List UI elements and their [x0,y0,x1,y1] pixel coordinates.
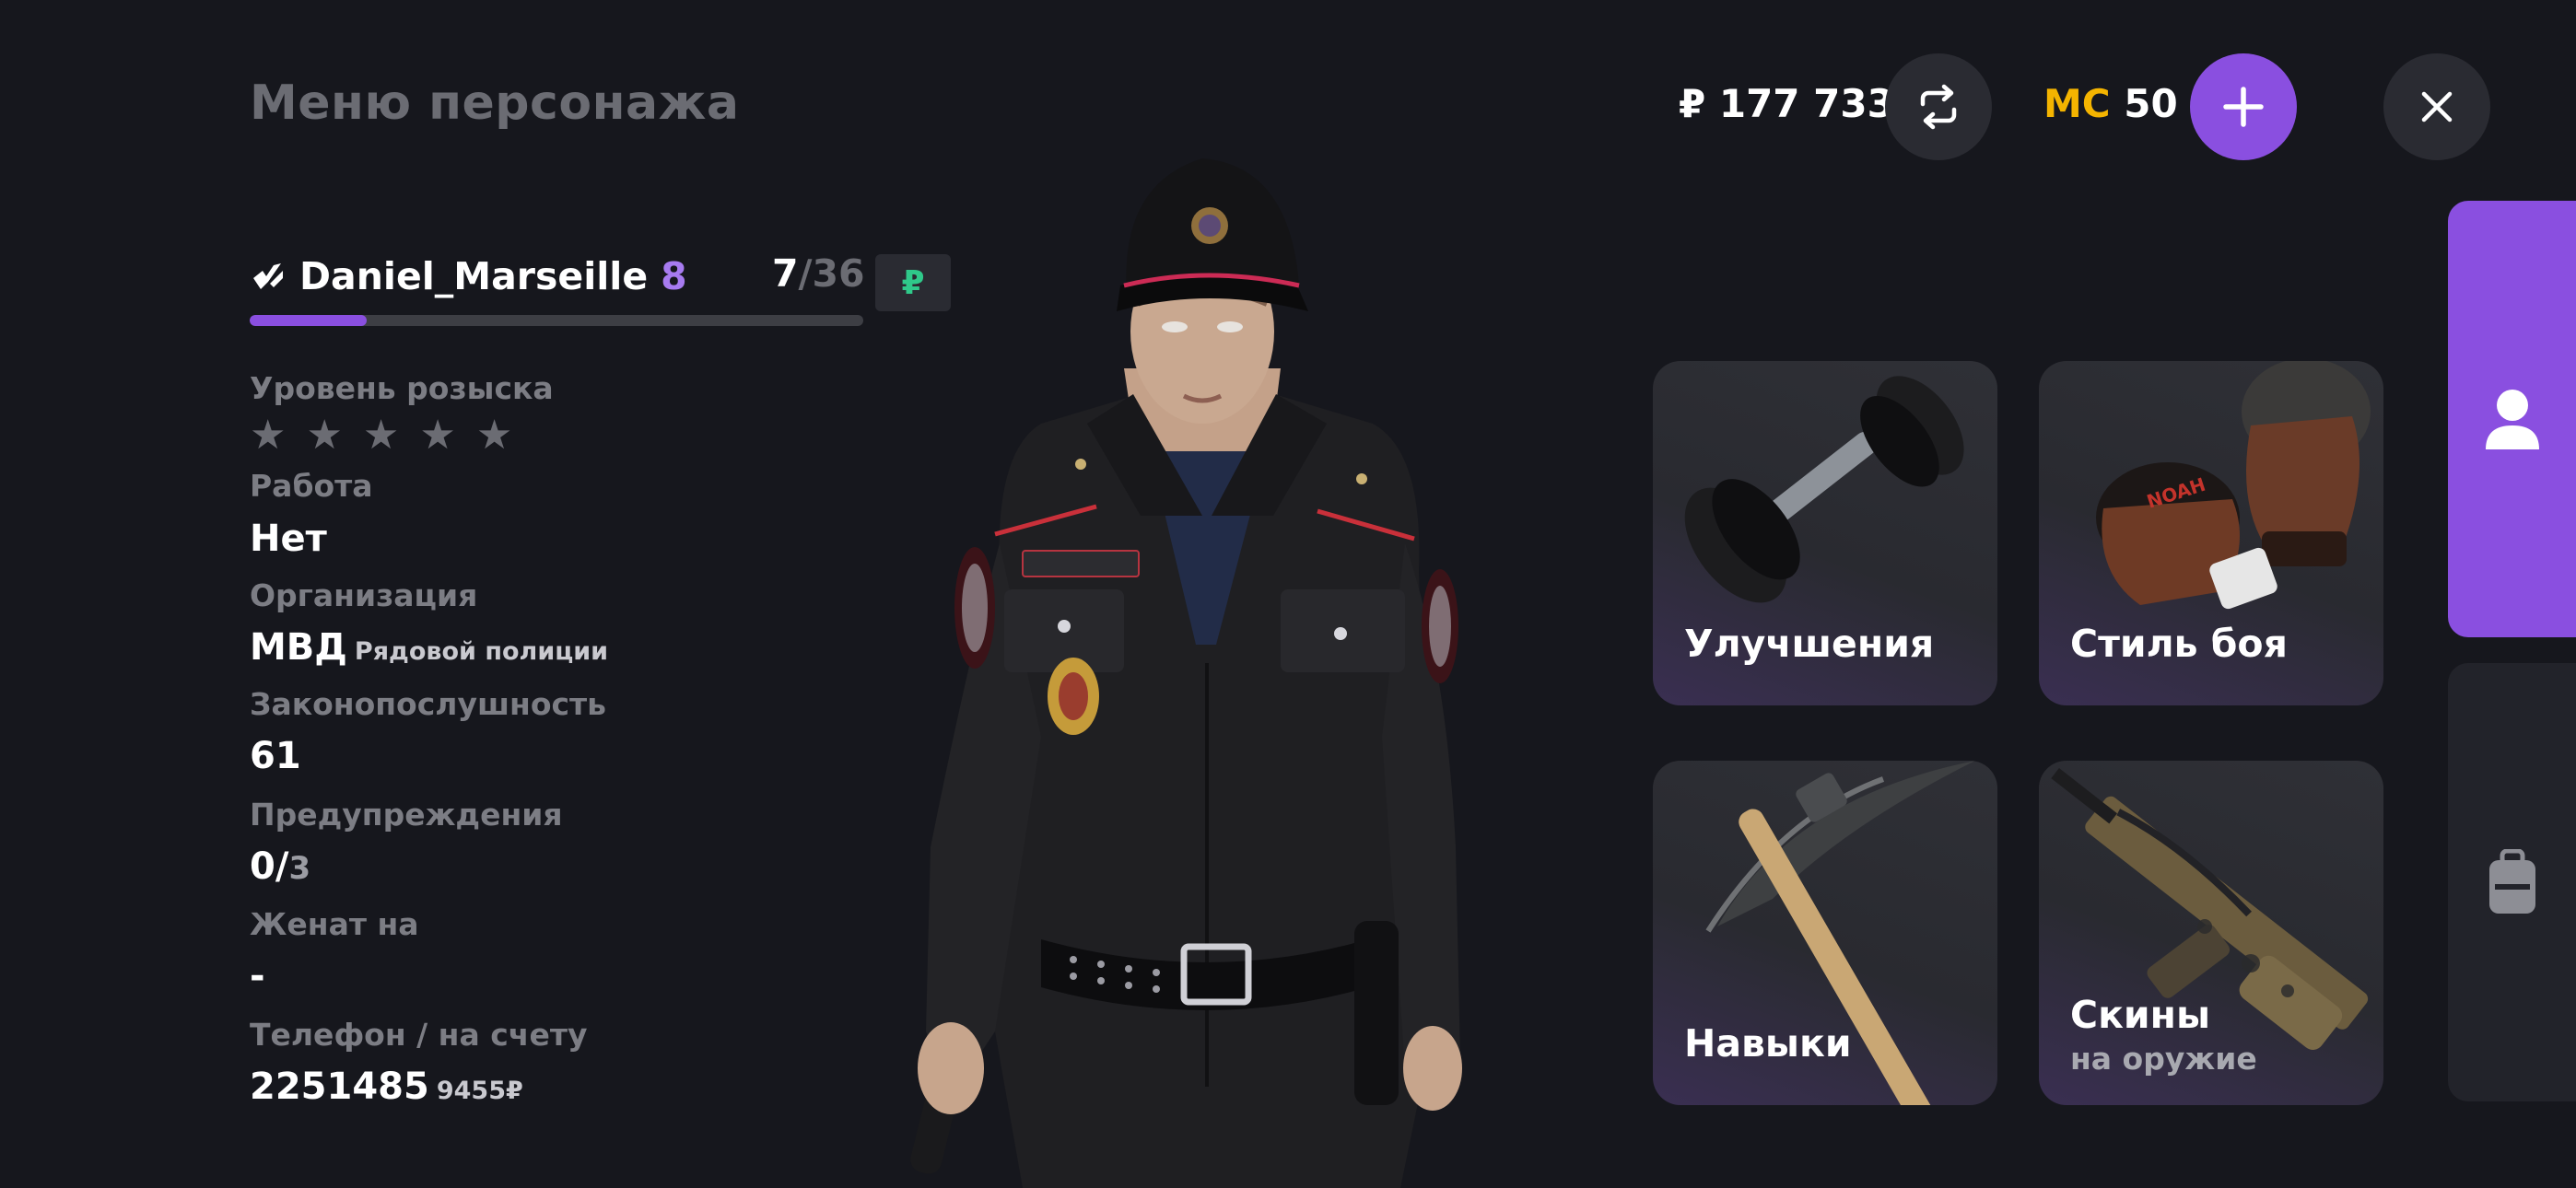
verified-hand-icon [253,263,283,289]
weapon-skins-tile[interactable]: Скины на оружие [2039,761,2383,1105]
warnings-current: 0/ [250,845,289,888]
warnings-value: 0/3 [250,845,310,888]
exp-current: 7 [772,251,799,296]
phone-value: 2251485 9455₽ [250,1066,523,1108]
wanted-stars: ★ ★ ★ ★ ★ [250,413,512,459]
exchange-icon [1920,84,1957,130]
warnings-max: 3 [288,850,311,887]
organization-label: Организация [250,577,478,613]
exp-max: /36 [798,251,865,296]
wanted-star-icon: ★ [250,412,287,459]
backpack-icon [2488,849,2535,914]
mc-balance: MC 50 [2043,81,2178,126]
upgrades-tile[interactable]: Улучшения [1653,361,1997,705]
character-model [910,158,1462,1188]
user-icon [2485,390,2539,449]
experience-bar-fill [250,315,367,326]
close-button[interactable] [2383,53,2490,160]
tab-profile[interactable] [2448,201,2576,637]
plus-icon [2223,87,2264,127]
page-title: Меню персонажа [250,76,740,131]
upgrades-label: Улучшения [1684,622,1935,666]
job-value: Нет [250,518,327,560]
wanted-star-icon: ★ [306,412,343,459]
mc-currency-label: MC [2043,81,2111,126]
experience-bar [250,315,863,326]
weapon-skins-sublabel: на оружие [2070,1041,2257,1077]
tab-inventory[interactable] [2448,663,2576,1101]
phone-balance: 9455₽ [436,1077,523,1105]
fighting-style-tile[interactable]: NOAH Стиль боя [2039,361,2383,705]
phone-number: 2251485 [250,1066,429,1108]
organization-name: МВД [250,626,347,669]
organization-rank: Рядовой полиции [354,637,609,666]
warnings-label: Предупреждения [250,797,563,833]
law-abidance-value: 61 [250,735,301,777]
exchange-button[interactable] [1885,53,1992,160]
player-name: Daniel_Marseille [299,254,649,298]
weapon-skins-label: Скины [2070,993,2211,1037]
wanted-star-icon: ★ [475,412,513,459]
wanted-star-icon: ★ [362,412,400,459]
skills-tile[interactable]: Навыки [1653,761,1997,1105]
married-value: - [250,955,265,997]
skills-label: Навыки [1684,1021,1852,1066]
player-level: 8 [661,254,687,298]
organization-value: МВД Рядовой полиции [250,626,608,669]
law-abidance-label: Законопослушность [250,686,607,722]
married-label: Женат на [250,906,419,942]
player-name-row: Daniel_Marseille 8 [250,249,687,304]
fighting-style-label: Стиль боя [2070,622,2288,666]
add-currency-button[interactable] [2190,53,2297,160]
experience-counter: 7/36 [772,251,865,296]
wanted-star-icon: ★ [419,412,456,459]
close-icon [2421,91,2453,122]
mc-amount: 50 [2124,81,2178,126]
money-balance: ₽ 177 733 [1679,81,1894,126]
job-label: Работа [250,468,373,504]
wanted-level-label: Уровень розыска [250,370,554,406]
phone-label: Телефон / на счету [250,1017,588,1053]
